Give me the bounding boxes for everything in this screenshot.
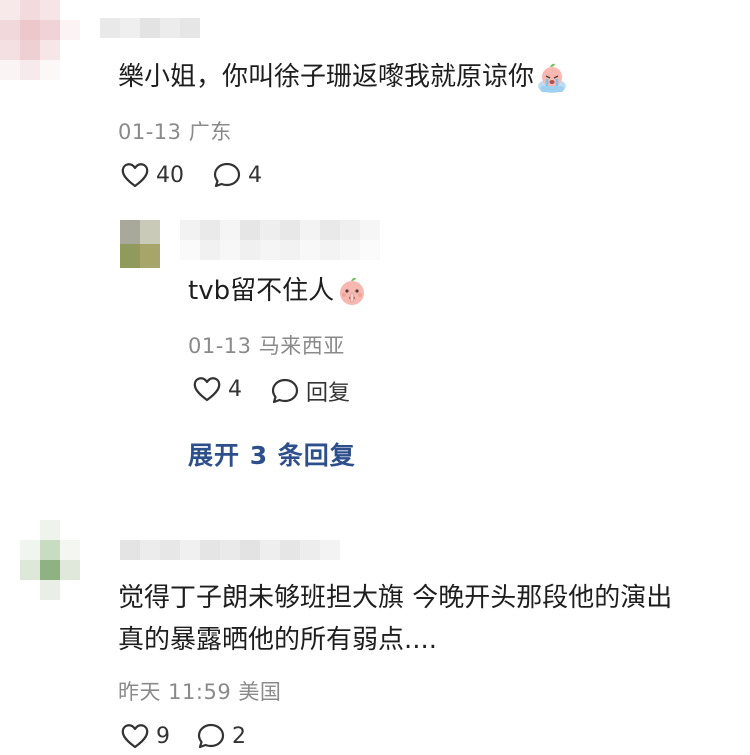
heart-icon xyxy=(121,724,149,749)
reply-avatar[interactable] xyxy=(120,220,160,268)
reply-reply-button[interactable]: 回复 xyxy=(270,375,350,407)
avatar[interactable] xyxy=(0,0,80,80)
reply-like-button[interactable]: 4 xyxy=(192,375,242,403)
like-button[interactable]: 9 xyxy=(120,722,170,750)
reply-button[interactable]: 2 xyxy=(196,722,246,750)
reply-label: 回复 xyxy=(306,381,351,406)
shush-peach-emoji xyxy=(336,276,368,308)
comment-text-line1: 觉得丁子朗未够班担大旗 今晚开头那段他的演出 xyxy=(118,583,673,613)
reply-text: tvb留不住人 xyxy=(188,268,368,314)
comment-meta: 01-13 广东 xyxy=(118,116,232,146)
like-count: 40 xyxy=(156,162,184,188)
reply-date: 01-13 xyxy=(188,334,252,358)
username[interactable] xyxy=(120,540,340,560)
reply-location: 马来西亚 xyxy=(258,334,345,358)
reply-count: 2 xyxy=(232,723,246,749)
comment-date: 01-13 xyxy=(118,120,182,144)
comment-location: 美国 xyxy=(238,680,282,704)
like-button[interactable]: 40 xyxy=(120,161,184,189)
comment-bubble-icon xyxy=(197,723,225,749)
comment-text: 樂小姐，你叫徐子珊返嚟我就原谅你 xyxy=(118,54,568,100)
crying-peach-emoji xyxy=(536,62,568,94)
comment-location: 广东 xyxy=(188,120,232,144)
reply-username[interactable] xyxy=(180,220,380,260)
comment-bubble-icon xyxy=(271,378,299,404)
username[interactable] xyxy=(100,18,200,38)
comment-date: 昨天 11:59 xyxy=(118,680,232,704)
reply-count: 4 xyxy=(248,162,262,188)
reply-button[interactable]: 4 xyxy=(212,161,262,189)
comment-text-line2: 真的暴露晒他的所有弱点.... xyxy=(118,625,438,655)
reply-meta: 01-13 马来西亚 xyxy=(188,330,345,360)
comment-meta: 昨天 11:59 美国 xyxy=(118,676,281,706)
reply-like-count: 4 xyxy=(228,376,242,402)
heart-icon xyxy=(121,163,149,188)
avatar[interactable] xyxy=(20,520,80,600)
heart-icon xyxy=(193,377,221,402)
expand-replies-button[interactable]: 展开 3 条回复 xyxy=(188,436,356,472)
like-count: 9 xyxy=(156,723,170,749)
comment-bubble-icon xyxy=(213,162,241,188)
